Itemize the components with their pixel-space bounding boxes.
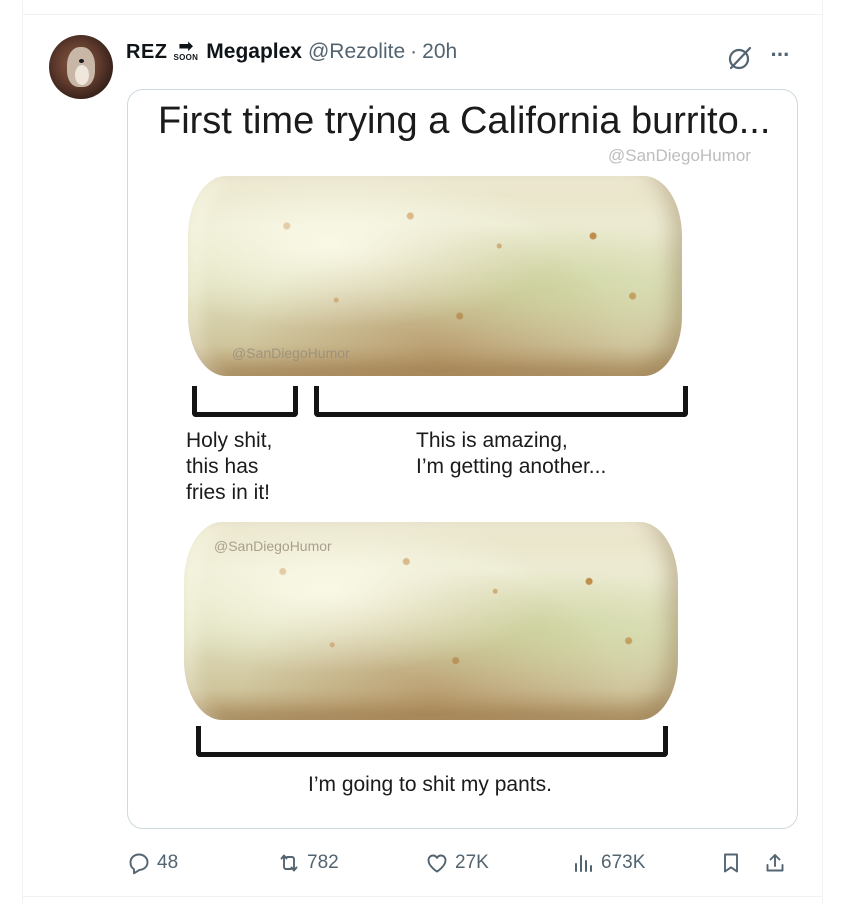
views-count: 673K <box>601 852 646 873</box>
bracket-right <box>314 386 688 417</box>
watermark: @SanDiegoHumor <box>608 146 751 165</box>
tweet[interactable]: REZ ➡ SOON Megaplex @Rezolite · 20h ··· … <box>22 15 822 896</box>
share-button[interactable] <box>763 845 793 881</box>
display-name[interactable]: Megaplex <box>206 40 302 64</box>
caption-right: This is amazing, I’m getting another... <box>416 428 606 480</box>
views-icon <box>575 855 592 872</box>
bracket-bottom <box>196 726 668 757</box>
repost-count: 782 <box>307 852 339 873</box>
tweet-actions: 48 782 27K 673K <box>127 845 807 881</box>
like-count: 27K <box>455 852 489 873</box>
caption-bottom: I’m going to shit my pants. <box>308 773 552 796</box>
heart-icon <box>427 854 447 873</box>
bookmark-icon <box>724 853 738 873</box>
caption-left: Holy shit, this has fries in it! <box>186 428 272 506</box>
watermark: @SanDiegoHumor <box>214 538 332 554</box>
tweet-media[interactable]: First time trying a California burrito..… <box>127 89 798 829</box>
reply-count: 48 <box>157 852 179 873</box>
meme-title: First time trying a California burrito..… <box>158 100 771 142</box>
repost-icon <box>280 854 298 872</box>
views-button[interactable]: 673K <box>571 845 645 881</box>
more-icon[interactable]: ··· <box>766 41 794 69</box>
tweet-header: REZ ➡ SOON Megaplex @Rezolite · 20h <box>126 37 457 67</box>
timestamp[interactable]: 20h <box>422 40 457 64</box>
column-border-right <box>822 0 823 904</box>
caption-left-line: fries in it! <box>186 481 271 504</box>
reply-button[interactable]: 48 <box>127 845 178 881</box>
caption-left-line: Holy shit, <box>186 429 273 452</box>
caption-right-line: I’m getting another... <box>416 455 607 478</box>
brand-badge-label: SOON <box>173 53 199 62</box>
avatar-eye <box>79 59 84 63</box>
caption-right-line: This is amazing, <box>416 429 568 452</box>
bracket-left <box>192 386 298 417</box>
arrow-right-icon: ➡ <box>178 36 194 56</box>
separator-dot: · <box>410 40 418 63</box>
brand-name[interactable]: REZ <box>126 41 168 64</box>
grok-icon[interactable] <box>726 44 754 72</box>
caption-left-line: this has <box>186 455 259 478</box>
user-handle[interactable]: @Rezolite <box>308 40 405 64</box>
watermark: @SanDiegoHumor <box>232 345 350 361</box>
avatar[interactable] <box>49 35 113 99</box>
reply-icon <box>129 853 149 875</box>
avatar-muzzle <box>75 65 89 85</box>
like-button[interactable]: 27K <box>425 845 489 881</box>
share-icon <box>766 854 784 872</box>
repost-button[interactable]: 782 <box>277 845 339 881</box>
bookmark-button[interactable] <box>719 845 749 881</box>
brand-badge: ➡ SOON <box>173 36 199 62</box>
bottom-divider <box>22 896 823 897</box>
